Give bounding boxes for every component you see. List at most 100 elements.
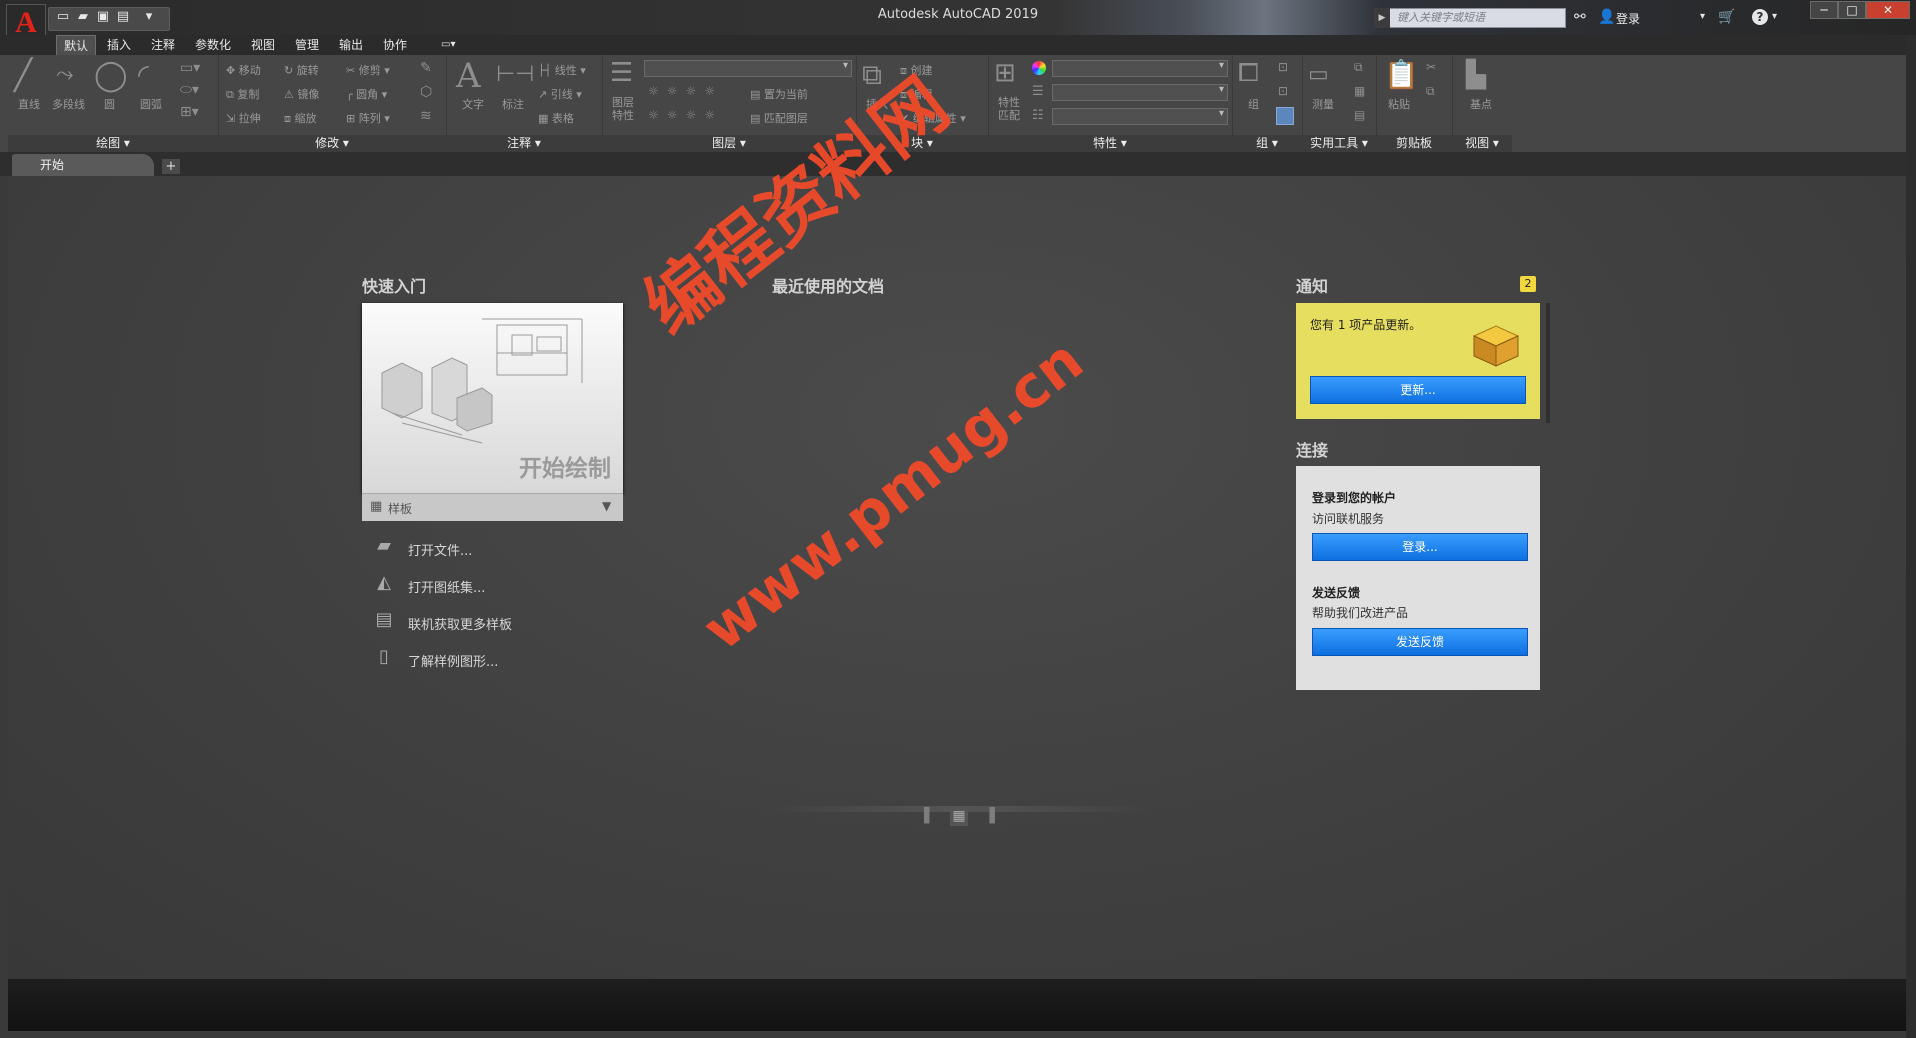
tab-parametric[interactable]: 参数化 [188,35,238,55]
array-tool[interactable]: ⊞ 阵列 ▾ [346,110,390,126]
notification-scrollbar[interactable] [1546,303,1550,423]
lineweight-combo[interactable] [1052,84,1228,101]
match-layer-tool[interactable]: ▤ 匹配图层 [750,110,808,126]
layer-combo[interactable] [644,60,852,77]
stretch-tool[interactable]: ⇲ 拉伸 [226,110,261,126]
circle-label[interactable]: 圆 [104,96,115,112]
templates-icon[interactable]: ▤ [370,609,398,631]
user-icon[interactable]: 👤 [1598,9,1615,25]
start-drawing-card[interactable]: 开始绘制 [362,303,623,493]
new-tab-button[interactable]: + [162,159,180,174]
properties-panel-title[interactable]: 特性 ▾ [988,135,1232,152]
open-sheet-set-link[interactable]: 打开图纸集... [408,577,485,596]
tab-output[interactable]: 输出 [332,35,370,55]
paste-icon[interactable]: 📋 [1384,58,1419,91]
annotation-panel-title[interactable]: 注释 ▾ [446,135,602,152]
text-label[interactable]: 文字 [462,96,484,112]
hatch-tool-icon[interactable]: ⬭▾ [180,82,199,98]
base-view-icon[interactable]: ▙ [1466,60,1486,90]
sample-drawings-link[interactable]: 了解样例图形... [408,651,498,670]
linetype-combo[interactable] [1052,108,1228,125]
file-tab-start[interactable]: 开始 [12,154,154,176]
draw-panel-title[interactable]: 绘图 ▾ [8,135,218,152]
scale-tool[interactable]: ⧈ 缩放 [284,110,317,126]
paste-label[interactable]: 粘贴 [1388,96,1410,112]
login-link[interactable]: 登录 [1616,10,1640,27]
tab-default[interactable]: 默认 [56,35,97,55]
send-feedback-button[interactable]: 发送反馈 [1312,628,1528,656]
open-file-link[interactable]: 打开文件... [408,540,472,559]
open-folder-icon[interactable]: ▰ [370,535,398,557]
set-current-tool[interactable]: ▤ 置为当前 [750,86,808,102]
search-expand-icon[interactable]: ▶ [1374,8,1390,28]
page-current-icon[interactable]: ▦ [950,808,968,826]
page-right-icon[interactable]: ▐ [984,808,995,824]
binoculars-icon[interactable]: ⚯ [1574,9,1586,25]
linear-tool[interactable]: ├┤ 线性 ▾ [538,62,586,78]
signin-button[interactable]: 登录... [1312,533,1528,561]
help-icon[interactable]: ? [1752,9,1768,25]
page-left-icon[interactable]: ▌ [924,808,935,824]
measure-label[interactable]: 测量 [1312,96,1334,112]
color-wheel-icon[interactable] [1032,61,1046,75]
calculator-icon[interactable]: ▦ [1354,84,1365,98]
dimension-tool-icon[interactable]: ⊢⊣ [496,62,534,87]
layer-state-icons-row1[interactable]: ☼☼☼☼ [648,84,723,98]
ungroup-icon[interactable]: ⊡ [1278,60,1288,74]
boundary-tool-icon[interactable]: ⊞▾ [180,104,199,120]
trim-tool[interactable]: ✂ 修剪 ▾ [346,62,390,78]
clipboard-panel-title[interactable]: 剪贴板 [1376,135,1452,152]
tab-manage[interactable]: 管理 [288,35,326,55]
move-tool[interactable]: ✥ 移动 [226,62,261,78]
rotate-tool[interactable]: ↻ 旋转 [284,62,319,78]
maximize-button[interactable]: □ [1838,1,1866,19]
text-tool-icon[interactable]: A [456,56,481,96]
dimension-label[interactable]: 标注 [502,96,524,112]
copy-clip-icon[interactable]: ⧉ [1426,84,1435,99]
group-select-icon[interactable] [1276,107,1294,125]
leader-tool[interactable]: ↗ 引线 ▾ [538,86,582,102]
sheet-set-icon[interactable]: ◭ [370,572,398,594]
cart-icon[interactable]: 🛒 [1718,9,1735,25]
login-dropdown-icon[interactable]: ▾ [1700,11,1705,22]
line-tool-icon[interactable]: ╱ [14,58,32,93]
get-templates-link[interactable]: 联机获取更多样板 [408,614,512,633]
copy-tool[interactable]: ⧉ 复制 [226,86,259,102]
rectangle-tool-icon[interactable]: ▭▾ [180,60,200,76]
modify-panel-title[interactable]: 修改 ▾ [218,135,446,152]
color-combo[interactable] [1052,60,1228,77]
layer-properties-label[interactable]: 图层特性 [612,96,638,122]
cut-icon[interactable]: ✂ [1426,60,1436,74]
linetype-icon[interactable]: ☷ [1032,108,1044,123]
match-properties-icon[interactable]: ⊞ [994,58,1016,88]
help-dropdown-icon[interactable]: ▾ [1772,11,1777,22]
tab-view[interactable]: 视图 [244,35,282,55]
fillet-tool[interactable]: ╭ 圆角 ▾ [346,86,387,102]
quick-select-icon[interactable]: ⧉ [1354,60,1363,75]
template-dropdown[interactable]: ▦ 样板 ▼ [362,493,623,521]
utilities-panel-title[interactable]: 实用工具 ▾ [1302,135,1376,152]
polyline-label[interactable]: 多段线 [52,96,85,112]
search-input[interactable]: 键入关键字或短语 [1374,8,1566,28]
layer-state-icons-row2[interactable]: ☼☼☼☼ [648,108,723,122]
minimize-button[interactable]: ─ [1810,1,1838,19]
group-label[interactable]: 组 [1248,96,1259,112]
groups-panel-title[interactable]: 组 ▾ [1232,135,1302,152]
erase-icon[interactable]: ✎ [420,60,432,76]
mirror-tool[interactable]: ⚠ 镜像 [284,86,319,102]
layer-properties-icon[interactable]: ☰ [610,58,633,88]
group-icon[interactable]: ⧠ [1238,58,1259,89]
lineweight-icon[interactable]: ☰ [1032,84,1044,99]
id-point-icon[interactable]: ▤ [1354,108,1365,122]
line-label[interactable]: 直线 [18,96,40,112]
group-edit-icon[interactable]: ⊡ [1278,84,1288,98]
tab-collaborate[interactable]: 协作 [376,35,414,55]
polyline-tool-icon[interactable]: ⤳ [56,62,74,87]
match-properties-label[interactable]: 特性匹配 [998,96,1024,122]
tab-insert[interactable]: 插入 [100,35,138,55]
circle-tool-icon[interactable]: ◯ [94,58,128,93]
offset-icon[interactable]: ≋ [420,108,432,124]
explode-icon[interactable]: ⬡ [420,84,432,100]
close-button[interactable]: ✕ [1866,1,1910,19]
arc-label[interactable]: 圆弧 [140,96,162,112]
